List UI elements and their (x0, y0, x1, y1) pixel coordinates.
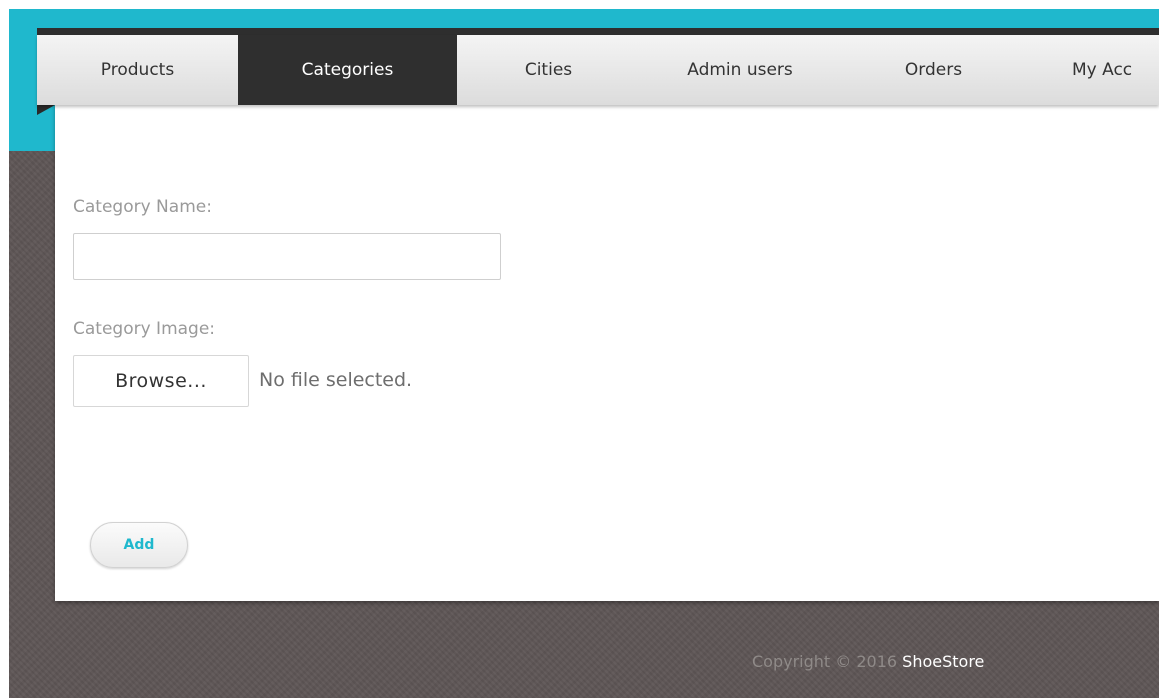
tab-orders[interactable]: Orders (840, 35, 1027, 105)
footer-brand-link[interactable]: ShoeStore (902, 652, 984, 671)
browse-button[interactable]: Browse... (73, 355, 249, 407)
category-image-label: Category Image: (73, 319, 216, 339)
add-button[interactable]: Add (90, 522, 188, 568)
page-viewport: Products Categories Cities Admin users O… (9, 9, 1159, 698)
main-nav: Products Categories Cities Admin users O… (37, 35, 1159, 105)
nav-fold-corner (37, 105, 55, 115)
file-status-text: No file selected. (259, 369, 413, 391)
footer: Copyright © 2016 ShoeStore (752, 652, 984, 671)
tab-products[interactable]: Products (37, 35, 238, 105)
tab-categories[interactable]: Categories (238, 35, 457, 105)
tab-admin-users[interactable]: Admin users (640, 35, 840, 105)
tab-cities[interactable]: Cities (457, 35, 640, 105)
category-form-card: Category Name: Category Image: Browse...… (55, 105, 1159, 601)
category-name-label: Category Name: (73, 197, 212, 217)
copyright-text: Copyright © 2016 (752, 652, 898, 671)
category-name-input[interactable] (73, 233, 501, 280)
tab-my-account[interactable]: My Acc (1027, 35, 1159, 105)
